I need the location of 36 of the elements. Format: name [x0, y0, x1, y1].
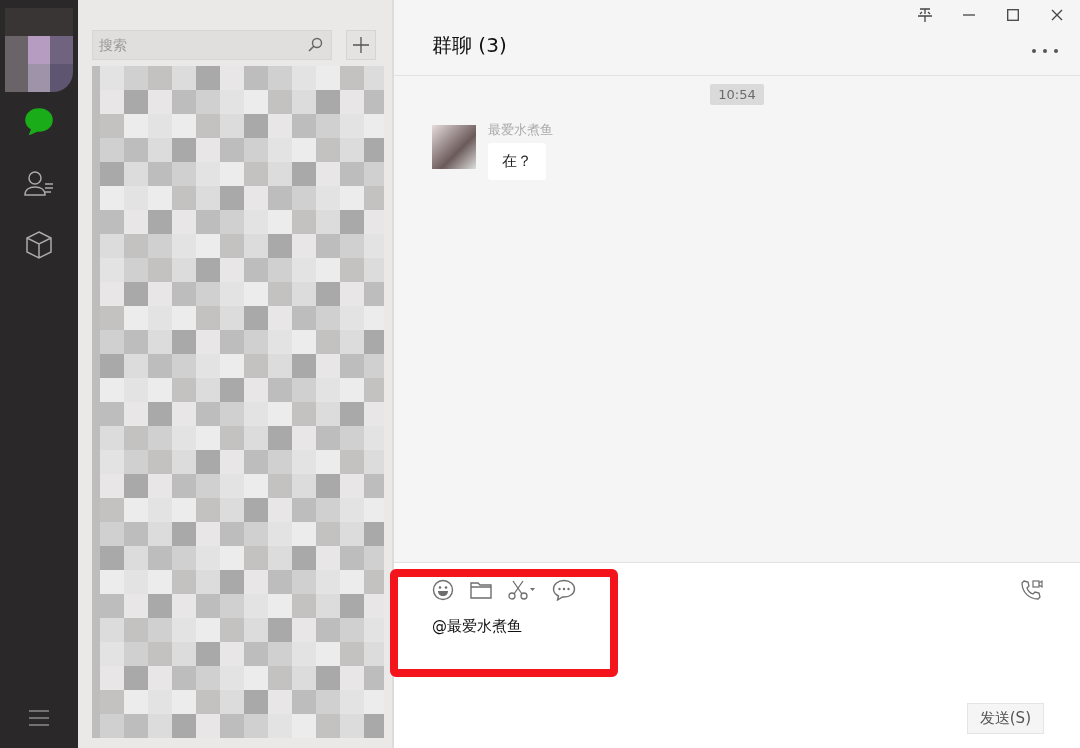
- phone-video-icon: [1020, 579, 1044, 601]
- scissors-icon: [508, 580, 536, 600]
- call-button[interactable]: [1020, 579, 1044, 601]
- speech-bubble-icon: [552, 579, 576, 601]
- close-icon: [1051, 9, 1063, 21]
- smiley-icon: [432, 579, 454, 601]
- chat-title: 群聊 (3): [432, 32, 507, 59]
- folder-icon: [470, 581, 492, 599]
- more-icon: [1032, 49, 1058, 53]
- plus-icon: [353, 37, 369, 53]
- menu-button[interactable]: [28, 708, 50, 728]
- sender-name: 最爱水煮鱼: [488, 121, 553, 139]
- chat-history-button[interactable]: [552, 579, 576, 601]
- file-button[interactable]: [470, 579, 492, 601]
- menu-icon: [29, 710, 49, 726]
- screenshot-button[interactable]: [508, 579, 536, 601]
- minimize-icon: [963, 14, 975, 16]
- search-field[interactable]: 搜索: [92, 30, 332, 60]
- cube-icon: [25, 230, 53, 260]
- maximize-button[interactable]: [1004, 6, 1022, 24]
- contacts-icon: [23, 170, 55, 196]
- more-button[interactable]: [1032, 47, 1058, 55]
- send-button[interactable]: 发送(S): [966, 703, 1044, 734]
- message-bubble: 在？: [488, 143, 546, 180]
- emoji-button[interactable]: [432, 579, 454, 601]
- maximize-icon: [1007, 9, 1019, 21]
- search-input[interactable]: 搜索: [97, 36, 281, 54]
- add-button[interactable]: [346, 30, 376, 60]
- pin-icon: [918, 8, 932, 22]
- search-icon: [307, 37, 323, 53]
- pin-button[interactable]: [916, 6, 934, 24]
- message-timestamp: 10:54: [710, 84, 764, 105]
- chat-bubble-icon: [24, 107, 54, 135]
- message-input-field[interactable]: @最爱水煮鱼: [432, 617, 1044, 703]
- photo-placeholder[interactable]: [432, 125, 476, 169]
- pixelated-avatar-drawing[interactable]: [5, 8, 73, 92]
